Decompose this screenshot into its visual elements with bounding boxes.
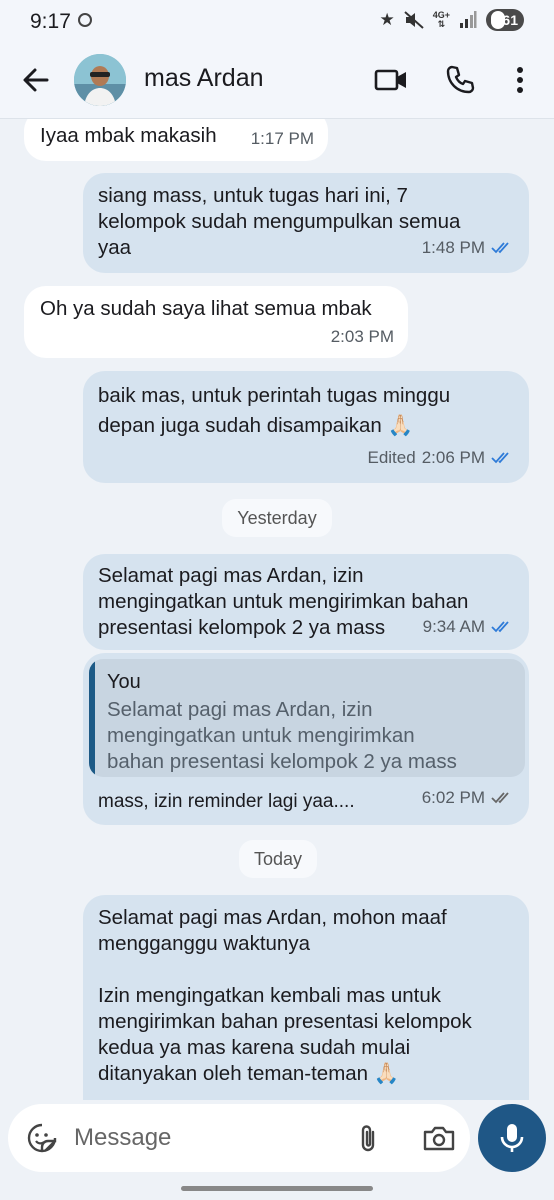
message-time: 2:03 PM bbox=[330, 327, 394, 346]
message-reply[interactable]: You Selamat pagi mas Ardan, izin menging… bbox=[83, 653, 529, 825]
video-camera-icon[interactable] bbox=[374, 66, 408, 94]
message-text: siang mass, untuk tugas hari ini, 7 kelo… bbox=[98, 184, 461, 259]
message-meta: 6:02 PM bbox=[422, 785, 515, 811]
date-label: Today bbox=[253, 848, 303, 869]
edited-label: Edited bbox=[367, 448, 416, 467]
message-meta: 1:17 PM bbox=[251, 126, 314, 152]
message-outgoing[interactable]: siang mass, untuk tugas hari ini, 7 kelo… bbox=[83, 173, 529, 273]
mic-button[interactable] bbox=[478, 1104, 546, 1172]
message-text: Oh ya sudah saya lihat semua mbak bbox=[40, 297, 372, 320]
sticker-icon[interactable] bbox=[26, 1122, 58, 1154]
message-outgoing[interactable]: Selamat pagi mas Ardan, mohon maaf mengg… bbox=[83, 895, 529, 1100]
status-icons: ★ 4G+ ⇅ 61 bbox=[379, 9, 524, 31]
contact-name[interactable]: mas Ardan bbox=[144, 64, 264, 93]
google-icon bbox=[78, 13, 92, 27]
battery-indicator: 61 bbox=[486, 9, 524, 31]
message-incoming[interactable]: Iyaa mbak makasih 1:17 PM bbox=[24, 119, 328, 161]
quote-bar bbox=[89, 659, 95, 777]
signal-icon bbox=[460, 11, 477, 28]
quote-text: Selamat pagi mas Ardan, izin mengingatka… bbox=[107, 698, 457, 773]
charging-icon bbox=[491, 11, 505, 29]
message-meta: 9:34 AM bbox=[423, 614, 515, 640]
avatar[interactable] bbox=[74, 54, 126, 106]
message-time: 1:48 PM bbox=[421, 238, 485, 257]
message-outgoing[interactable]: Selamat pagi mas Ardan, izin mengingatka… bbox=[83, 554, 529, 650]
message-text: Selamat pagi mas Ardan, izin mengingatka… bbox=[98, 564, 469, 639]
message-text: Selamat pagi mas Ardan, mohon maaf mengg… bbox=[98, 906, 472, 1085]
sent-ticks-icon bbox=[491, 792, 509, 804]
date-separator: Yesterday bbox=[222, 499, 332, 537]
read-ticks-icon bbox=[491, 621, 509, 633]
message-time: 2:06 PM bbox=[421, 448, 485, 467]
message-text: mass, izin reminder lagi yaa.... bbox=[98, 791, 355, 812]
read-ticks-icon bbox=[491, 452, 509, 464]
message-list[interactable]: Iyaa mbak makasih 1:17 PM siang mass, un… bbox=[0, 119, 554, 1100]
network-type: 4G+ ⇅ bbox=[432, 10, 450, 29]
mute-icon bbox=[404, 11, 424, 29]
quoted-message[interactable]: You Selamat pagi mas Ardan, izin menging… bbox=[89, 659, 525, 777]
message-text: baik mas, untuk perintah tugas minggu de… bbox=[98, 384, 451, 437]
message-time: 1:17 PM bbox=[250, 129, 314, 148]
date-separator: Today bbox=[239, 840, 317, 878]
message-time: 6:02 PM bbox=[421, 788, 485, 807]
status-time: 9:17 bbox=[30, 10, 71, 33]
message-input[interactable] bbox=[74, 1122, 334, 1154]
camera-icon[interactable] bbox=[422, 1122, 456, 1154]
phone-icon[interactable] bbox=[444, 64, 476, 96]
more-vertical-icon[interactable] bbox=[508, 64, 532, 96]
message-outgoing[interactable]: baik mas, untuk perintah tugas minggu de… bbox=[83, 371, 529, 483]
read-ticks-icon bbox=[491, 242, 509, 254]
home-indicator[interactable] bbox=[181, 1186, 373, 1191]
date-label: Yesterday bbox=[237, 507, 317, 528]
message-time: 9:34 AM bbox=[422, 617, 485, 636]
message-text: Iyaa mbak makasih bbox=[40, 124, 217, 147]
quote-author: You bbox=[107, 671, 141, 693]
star-icon: ★ bbox=[379, 10, 395, 29]
message-meta: 2:03 PM bbox=[331, 324, 394, 350]
microphone-icon bbox=[500, 1124, 524, 1152]
paperclip-icon[interactable] bbox=[354, 1122, 382, 1154]
message-incoming[interactable]: Oh ya sudah saya lihat semua mbak 2:03 P… bbox=[24, 286, 408, 358]
message-meta: 1:48 PM bbox=[422, 235, 515, 261]
status-bar: 9:17 ★ 4G+ ⇅ 61 bbox=[0, 0, 554, 42]
message-meta: Edited 2:06 PM bbox=[367, 445, 515, 471]
chat-header: mas Ardan bbox=[0, 42, 554, 119]
network-label: 4G+ bbox=[432, 10, 450, 20]
arrow-left-icon[interactable] bbox=[20, 64, 52, 96]
message-composer bbox=[8, 1104, 470, 1172]
